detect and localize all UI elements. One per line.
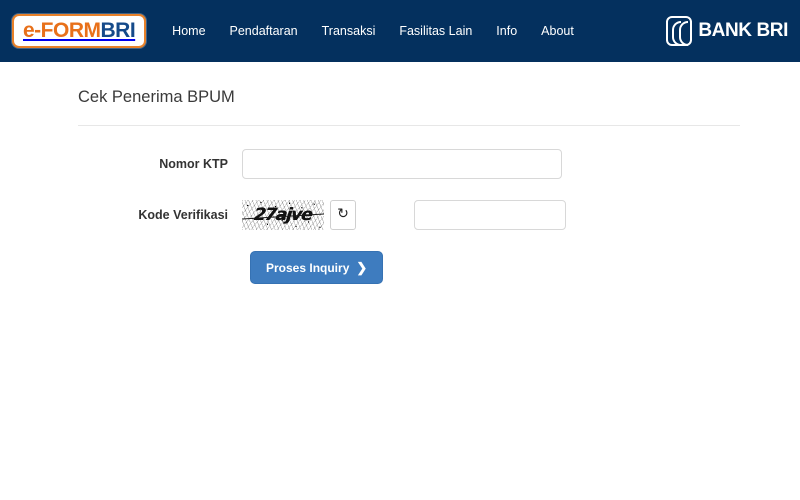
nav-item-home[interactable]: Home — [160, 18, 217, 44]
proses-inquiry-button[interactable]: Proses Inquiry ❯ — [250, 251, 384, 284]
form-row-submit: Proses Inquiry ❯ — [0, 251, 384, 284]
label-nomor-ktp: Nomor KTP — [159, 157, 228, 171]
nav-item-fasilitas-lain[interactable]: Fasilitas Lain — [387, 18, 484, 44]
bank-bri-logo: BANK BRI — [666, 16, 788, 46]
page-title: Cek Penerima BPUM — [78, 88, 235, 106]
captcha-image: 27ajve — [242, 200, 324, 230]
bank-bri-label: BANK BRI — [698, 20, 788, 41]
chevron-right-icon: ❯ — [356, 260, 368, 275]
nav-item-transaksi[interactable]: Transaksi — [310, 18, 388, 44]
form-row-nomor-ktp: Nomor KTP — [0, 149, 562, 179]
logo-text-bri: BRI — [100, 19, 136, 42]
main-navigation: Home Pendaftaran Transaksi Fasilitas Lai… — [160, 18, 586, 44]
title-divider — [78, 125, 740, 126]
proses-inquiry-label: Proses Inquiry — [266, 260, 350, 275]
nomor-ktp-input[interactable] — [242, 149, 562, 179]
nav-item-pendaftaran[interactable]: Pendaftaran — [218, 18, 310, 44]
nav-item-about[interactable]: About — [529, 18, 586, 44]
form-row-kode-verifikasi: Kode Verifikasi 27ajve ↻ — [0, 200, 566, 230]
kode-verifikasi-input[interactable] — [414, 200, 566, 230]
eform-bri-logo[interactable]: e-FORM BRI — [12, 14, 147, 48]
bank-bri-mark-icon — [666, 16, 693, 46]
nav-item-info[interactable]: Info — [484, 18, 529, 44]
page-content: Cek Penerima BPUM Nomor KTP Kode Verifik… — [0, 62, 800, 500]
logo-text-eform: e-FORM — [23, 19, 101, 42]
captcha-refresh-icon[interactable]: ↻ — [330, 200, 356, 230]
top-navbar: e-FORM BRI Home Pendaftaran Transaksi Fas… — [0, 0, 800, 62]
label-kode-verifikasi: Kode Verifikasi — [138, 208, 228, 222]
